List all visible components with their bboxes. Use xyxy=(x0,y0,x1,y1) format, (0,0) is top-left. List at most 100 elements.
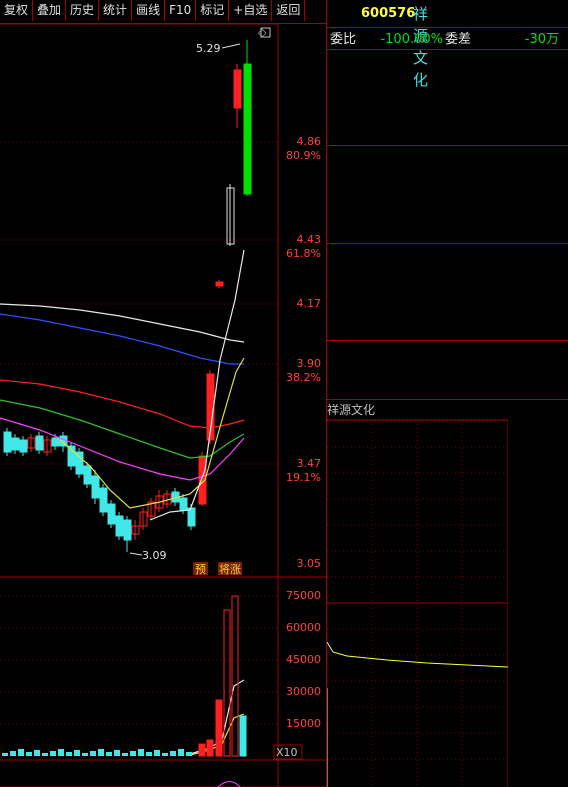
weicha-label: 委差 xyxy=(445,32,472,47)
candle xyxy=(35,435,44,451)
pct-axis-label: 38.2% xyxy=(286,371,321,384)
pct-axis-label: 80.9% xyxy=(286,149,321,162)
candle xyxy=(243,63,252,195)
toolbar-item-8[interactable]: 返回 xyxy=(272,0,306,21)
candle xyxy=(233,69,242,109)
stat-row xyxy=(327,245,563,264)
candle xyxy=(11,437,20,451)
chart-toolbar: 复权 叠加 历史 统计 画线 F10 标记 +自选 返回 xyxy=(0,0,326,24)
volume-unit: X10 xyxy=(276,746,298,759)
buy-row xyxy=(327,147,563,166)
volume-bar xyxy=(42,753,48,756)
stat-row xyxy=(327,302,563,321)
stat-row xyxy=(327,283,563,302)
volume-bar xyxy=(18,749,24,756)
stat2-row xyxy=(327,380,563,399)
pct-axis-label: 19.1% xyxy=(286,471,321,484)
price-axis-label: 4.43 xyxy=(297,233,322,246)
pct-axis-label: 61.8% xyxy=(286,247,321,260)
buy-row xyxy=(327,223,563,242)
buy-row xyxy=(327,166,563,185)
volume-axis-label: 75000 xyxy=(286,589,321,602)
toolbar-item-5[interactable]: F10 xyxy=(165,0,197,21)
volume-axis-label: 60000 xyxy=(286,621,321,634)
volume-bar xyxy=(66,752,72,756)
sell-row xyxy=(327,126,563,145)
volume-bar xyxy=(231,595,239,757)
sell-row xyxy=(327,107,563,126)
buy-row xyxy=(327,204,563,223)
intraday-price-line xyxy=(327,641,508,668)
candle xyxy=(187,507,196,527)
kline-chart[interactable]: 75000 60000 45000 30000 15000 X10 4.86 4.43 4.1… xyxy=(0,0,326,787)
volume-axis-label: 45000 xyxy=(286,653,321,666)
sell-row xyxy=(327,88,563,107)
toolbar-item-2[interactable]: 历史 xyxy=(66,0,100,21)
candle xyxy=(99,487,108,513)
volume-bar xyxy=(74,750,80,756)
sell-row xyxy=(327,50,563,69)
volume-bar xyxy=(130,751,136,756)
volume-bar xyxy=(10,751,16,756)
price-axis-label: 4.86 xyxy=(297,135,322,148)
volume-bar xyxy=(239,715,247,757)
weibi-value: -100.00% xyxy=(380,32,443,47)
toolbar-item-3[interactable]: 统计 xyxy=(99,0,133,21)
indicator-curve xyxy=(217,781,241,787)
candle xyxy=(19,439,28,453)
volume-bar xyxy=(122,753,128,756)
volume-bar xyxy=(154,750,160,756)
toolbar-item-6[interactable]: 标记 xyxy=(196,0,230,21)
weibi-label: 委比 xyxy=(330,32,357,47)
candle xyxy=(179,497,188,511)
volume-bar xyxy=(215,699,223,757)
low-marker: 3.09 xyxy=(142,549,167,562)
price-axis-label: 3.90 xyxy=(297,357,322,370)
toolbar-item-0[interactable]: 复权 xyxy=(0,0,34,21)
stat2-row xyxy=(327,361,563,380)
stock-code: 600576 xyxy=(361,6,416,21)
ma-blue xyxy=(0,313,244,365)
volume-bar xyxy=(2,753,8,756)
volume-bar xyxy=(34,750,40,756)
volume-bar xyxy=(58,749,64,756)
intraday-chart[interactable]: 5.685.615.535.465.385.315.235.165.095.01… xyxy=(327,400,508,787)
candle xyxy=(91,475,100,499)
volume-bar xyxy=(170,751,176,756)
candle xyxy=(83,465,92,485)
toolbar-item-1[interactable]: 叠加 xyxy=(33,0,67,21)
candle xyxy=(51,437,60,447)
stat2-row xyxy=(327,342,563,361)
volume-axis-label: 30000 xyxy=(286,685,321,698)
volume-bar xyxy=(26,752,32,756)
volume-bar xyxy=(186,752,192,756)
volume-bar xyxy=(106,752,112,756)
volume-bar xyxy=(114,750,120,756)
volume-bar xyxy=(82,753,88,756)
candle xyxy=(107,503,116,525)
sell-row xyxy=(327,69,563,88)
toolbar-item-4[interactable]: 画线 xyxy=(132,0,166,21)
stat-row xyxy=(327,321,563,340)
volume-bar xyxy=(98,749,104,756)
volume-bar xyxy=(138,749,144,756)
tag-yu: 预 xyxy=(195,563,206,576)
weicha-value: -30万 xyxy=(524,32,559,47)
price-axis-label: 3.47 xyxy=(297,457,322,470)
volume-bar xyxy=(146,752,152,756)
candle xyxy=(115,515,124,537)
high-marker: 5.29 xyxy=(196,42,221,55)
volume-bar xyxy=(90,751,96,756)
candle xyxy=(123,519,132,541)
volume-bar xyxy=(198,743,206,757)
tag-zhang: 将涨 xyxy=(219,563,241,576)
volume-bar xyxy=(162,753,168,756)
volume-bar xyxy=(206,739,214,757)
buy-row xyxy=(327,185,563,204)
price-axis-label: 3.05 xyxy=(297,557,322,570)
ma-yellow xyxy=(59,357,245,509)
volume-axis-label: 15000 xyxy=(286,717,321,730)
toolbar-item-7[interactable]: +自选 xyxy=(229,0,273,21)
volume-bar xyxy=(50,751,56,756)
ma-white2 xyxy=(149,249,245,521)
